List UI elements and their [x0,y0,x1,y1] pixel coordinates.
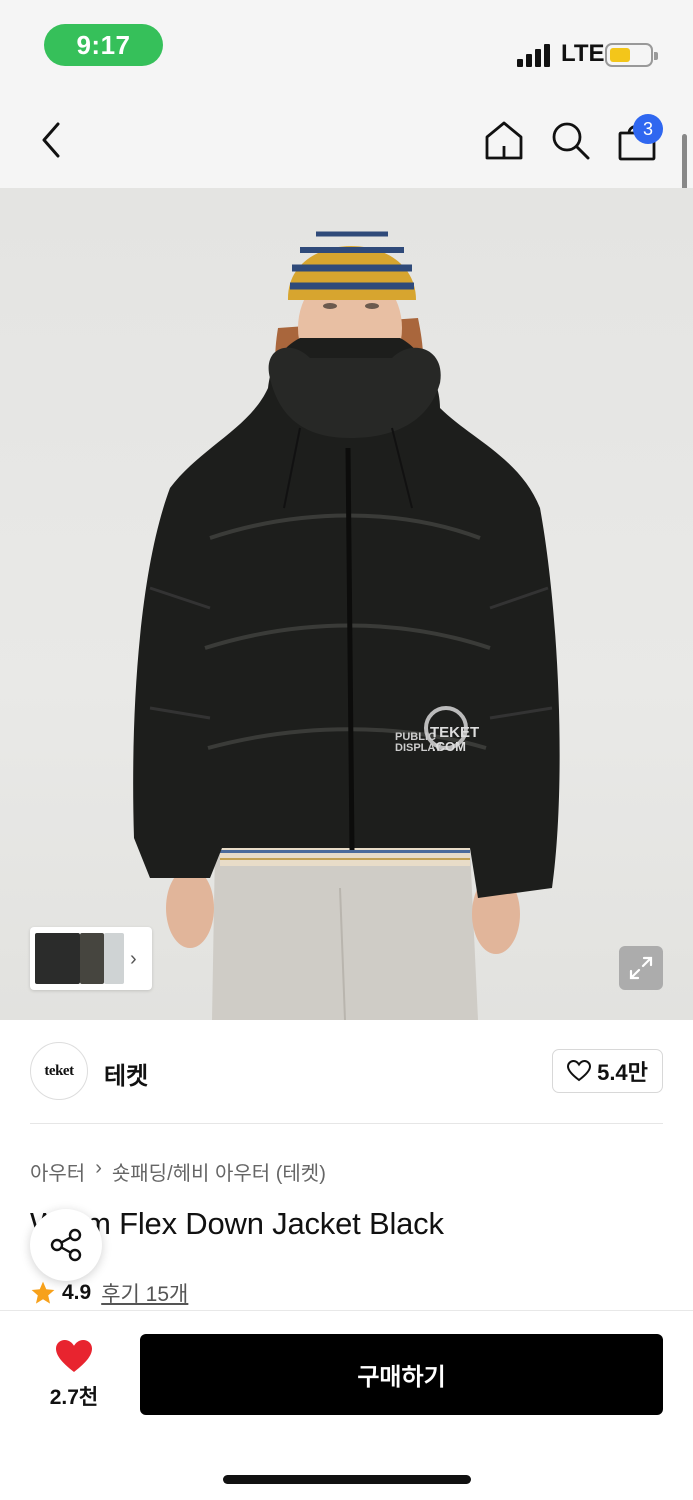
battery-icon [605,43,658,67]
expand-icon[interactable] [619,946,663,990]
breadcrumb-item[interactable]: 숏패딩/헤비 아우터 (테켓) [112,1157,326,1186]
product-image[interactable]: PUBLIC DISPLAY TEKET .COM [0,188,693,1020]
top-nav [0,92,693,188]
rating-score: 4.9 [62,1281,92,1304]
heart-icon[interactable] [54,1338,94,1374]
home-indicator[interactable] [223,1475,471,1484]
breadcrumb-item[interactable]: 아우터 [30,1157,85,1186]
brand-logo-text: teket [44,1062,74,1079]
home-icon[interactable] [484,120,524,160]
star-icon [31,1281,55,1304]
wish-count: 2.7천 [49,1386,99,1409]
rating-row: 4.9 후기 15개 [30,1278,188,1308]
brand-name[interactable]: 테켓 [104,1056,148,1091]
status-bar: 9:17 LTE [0,0,693,92]
thumbnail[interactable] [80,933,104,984]
share-icon [50,1228,82,1262]
breadcrumb: 아우터 › 숏패딩/헤비 아우터 (테켓) [30,1157,326,1186]
share-button[interactable] [30,1209,102,1281]
network-label: LTE [561,40,605,67]
cart-count-badge: 3 [633,114,663,144]
status-time: 9:17 [44,24,163,66]
model-photo: PUBLIC DISPLAY TEKET .COM [133,231,560,1020]
heart-outline-icon [567,1060,592,1082]
signal-icon [517,43,553,67]
thumbnail[interactable] [35,933,80,984]
reviews-link[interactable]: 후기 15개 [101,1278,188,1308]
brand-like-count: 5.4만 [597,1060,648,1085]
thumbnail-next-icon[interactable]: › [130,948,137,971]
search-icon[interactable] [550,120,590,160]
breadcrumb-separator: › [95,1157,102,1179]
brand-like-button[interactable]: 5.4만 [552,1049,663,1093]
divider [30,1123,663,1124]
thumbnail[interactable] [104,933,124,984]
buy-button[interactable]: 구매하기 [140,1334,663,1415]
back-icon[interactable] [34,120,68,160]
brand-logo[interactable]: teket [30,1042,88,1100]
svg-text:.COM: .COM [432,739,466,754]
